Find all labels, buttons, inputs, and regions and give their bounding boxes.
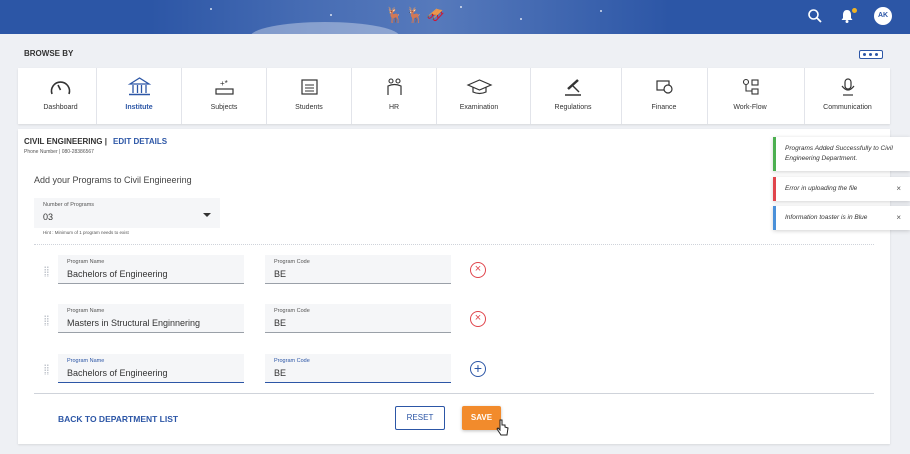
drag-handle-icon[interactable] <box>44 266 49 277</box>
nav-item-workflow[interactable]: Work-Flow <box>707 68 792 124</box>
nav-item-students[interactable]: Students <box>266 68 351 124</box>
number-of-programs-select[interactable]: Number of Programs 03 <box>34 198 220 228</box>
remove-program-button[interactable]: × <box>470 311 486 327</box>
microphone-icon <box>841 78 855 96</box>
star-decoration <box>210 8 212 10</box>
hint-text: Hint : Minimum of 1 program needs to exi… <box>43 230 129 235</box>
program-name-field[interactable]: Program Name Masters in Structural Engin… <box>58 304 244 333</box>
toast-color-bar <box>773 206 776 230</box>
section-title: Add your Programs to Civil Engineering <box>34 175 192 185</box>
nav-item-examination[interactable]: Examination <box>436 68 521 124</box>
more-options-button[interactable] <box>859 50 883 59</box>
hand-cursor-icon <box>496 419 509 436</box>
students-icon <box>301 79 318 95</box>
gavel-icon <box>565 79 581 96</box>
nav-item-finance[interactable]: Finance <box>621 68 706 124</box>
edit-details-link[interactable]: EDIT DETAILS <box>113 137 167 146</box>
star-decoration <box>330 14 332 16</box>
footer-divider <box>34 393 874 394</box>
close-icon[interactable]: × <box>896 177 901 201</box>
program-name-field[interactable]: Program Name Bachelors of Engineering <box>58 255 244 284</box>
nav-item-institute[interactable]: Institute <box>96 68 181 124</box>
program-code-field[interactable]: Program Code BE <box>265 255 451 284</box>
graduation-cap-icon <box>466 79 493 95</box>
divider <box>34 244 874 245</box>
toast-info: Information toaster is in Blue × <box>773 206 910 230</box>
star-decoration <box>600 10 602 12</box>
star-decoration <box>460 6 462 8</box>
toast-text: Programs Added Successfully to Civil Eng… <box>785 145 893 162</box>
hr-icon <box>387 78 402 95</box>
top-bar: 🦌🦌🛷 AK <box>0 0 910 34</box>
toast-success: Programs Added Successfully to Civil Eng… <box>773 137 910 171</box>
nav-item-communication[interactable]: Communication <box>804 68 890 124</box>
drag-handle-icon[interactable] <box>44 364 49 375</box>
finance-icon <box>656 80 673 94</box>
star-decoration <box>520 18 522 20</box>
workflow-icon <box>742 78 759 95</box>
institute-icon <box>127 77 152 96</box>
close-icon[interactable]: × <box>896 206 901 230</box>
search-icon[interactable] <box>807 8 823 24</box>
sleigh-decoration-icon: 🦌🦌🛷 <box>385 7 448 24</box>
browse-by-title: BROWSE BY <box>24 49 74 58</box>
svg-text:+*: +* <box>220 79 228 88</box>
nav-item-hr[interactable]: HR <box>351 68 436 124</box>
add-program-button[interactable]: + <box>470 361 486 377</box>
toast-color-bar <box>773 177 776 201</box>
back-to-department-list-link[interactable]: BACK TO DEPARTMENT LIST <box>58 414 178 424</box>
toast-color-bar <box>773 137 776 171</box>
toast-text: Error in uploading the file <box>785 185 858 192</box>
browse-nav: Dashboard Institute +* Subjects Students <box>18 68 890 124</box>
drag-handle-icon[interactable] <box>44 315 49 326</box>
avatar[interactable]: AK <box>874 7 892 25</box>
nav-item-subjects[interactable]: +* Subjects <box>181 68 266 124</box>
subjects-icon: +* <box>215 79 234 95</box>
remove-program-button[interactable]: × <box>470 262 486 278</box>
toast-text: Information toaster is in Blue <box>785 214 868 221</box>
program-code-field[interactable]: Program Code BE <box>265 304 451 333</box>
nav-item-regulations[interactable]: Regulations <box>530 68 615 124</box>
chevron-down-icon <box>203 213 211 217</box>
nav-item-dashboard[interactable]: Dashboard <box>18 68 103 124</box>
program-name-field[interactable]: Program Name Bachelors of Engineering <box>58 354 244 383</box>
department-title: CIVIL ENGINEERING | EDIT DETAILS <box>24 137 167 146</box>
department-phone: Phone Number | 080-28386567 <box>24 149 94 155</box>
reset-button[interactable]: RESET <box>395 406 445 430</box>
gauge-icon <box>50 81 71 95</box>
toast-error: Error in uploading the file × <box>773 177 910 201</box>
department-name: CIVIL ENGINEERING | <box>24 137 107 146</box>
notification-dot <box>852 8 857 13</box>
program-code-field[interactable]: Program Code BE <box>265 354 451 383</box>
